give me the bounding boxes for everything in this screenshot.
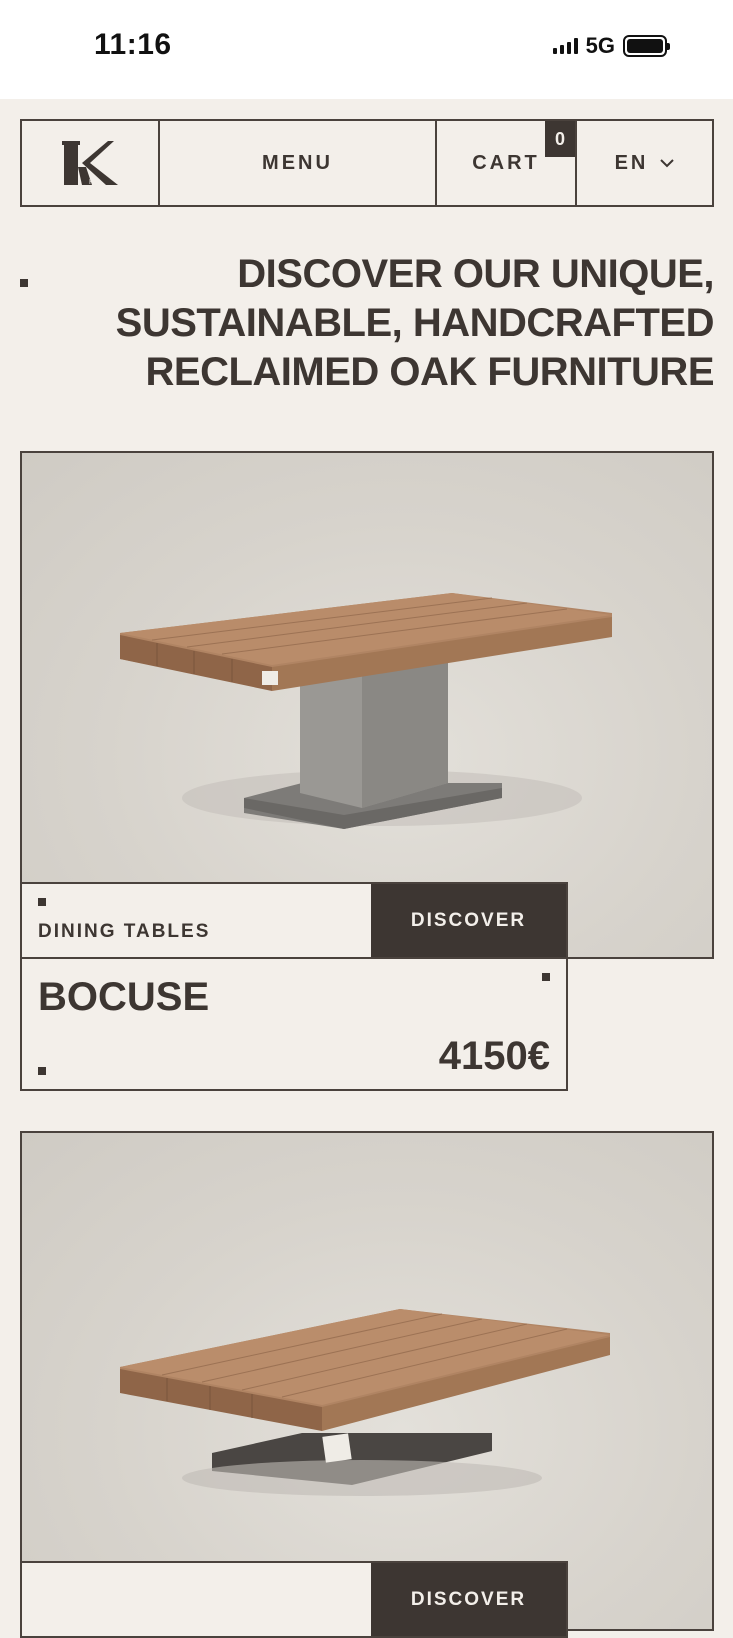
logo-letter: K [89,179,94,186]
decor-square [38,1067,46,1075]
decor-square [542,973,550,981]
hero-title-line: SUSTAINABLE, HANDCRAFTED [115,301,715,345]
status-time: 11:16 [94,28,172,61]
decor-square [38,898,46,906]
discover-button[interactable]: DISCOVER [371,884,566,957]
language-selector[interactable]: EN [577,121,712,205]
category-label: DINING TABLES [38,921,211,942]
menu-button[interactable]: MENU [160,121,437,205]
status-bar: 11:16 5G [0,0,733,99]
decor-square [20,279,28,287]
product-category-row: DINING TABLES DISCOVER [20,882,568,959]
discover-button[interactable]: DISCOVER [371,1563,566,1636]
hero-title: DISCOVER OUR UNIQUE, SUSTAINABLE, HANDCR… [60,250,715,397]
product-price: 4150€ [438,1034,550,1078]
category-cell: DINING TABLES [22,884,371,957]
product-category-row: DISCOVER [20,1561,568,1638]
battery-icon [623,35,670,57]
network-label: 5G [585,33,615,58]
product-image[interactable] [20,1131,714,1631]
logo-link[interactable]: K [22,121,160,205]
cart-count-badge: 0 [545,121,575,157]
status-icons: 5G [552,33,670,59]
product-name: BOCUSE [38,975,210,1019]
menu-label: MENU [262,151,333,174]
chevron-down-icon [660,159,675,168]
hero-title-line: DISCOVER OUR UNIQUE, [237,252,714,296]
language-label: EN [614,151,649,174]
category-cell [22,1563,371,1636]
table-image [120,1309,610,1496]
cart-button[interactable]: CART 0 [437,121,577,205]
product-info[interactable]: BOCUSE 4150€ [20,957,568,1091]
logo-icon: K [62,141,118,186]
top-nav: K MENU CART 0 EN [20,119,714,207]
signal-icon [552,38,578,54]
hero-title-line: RECLAIMED OAK FURNITURE [145,350,715,394]
cart-label: CART [472,151,540,174]
